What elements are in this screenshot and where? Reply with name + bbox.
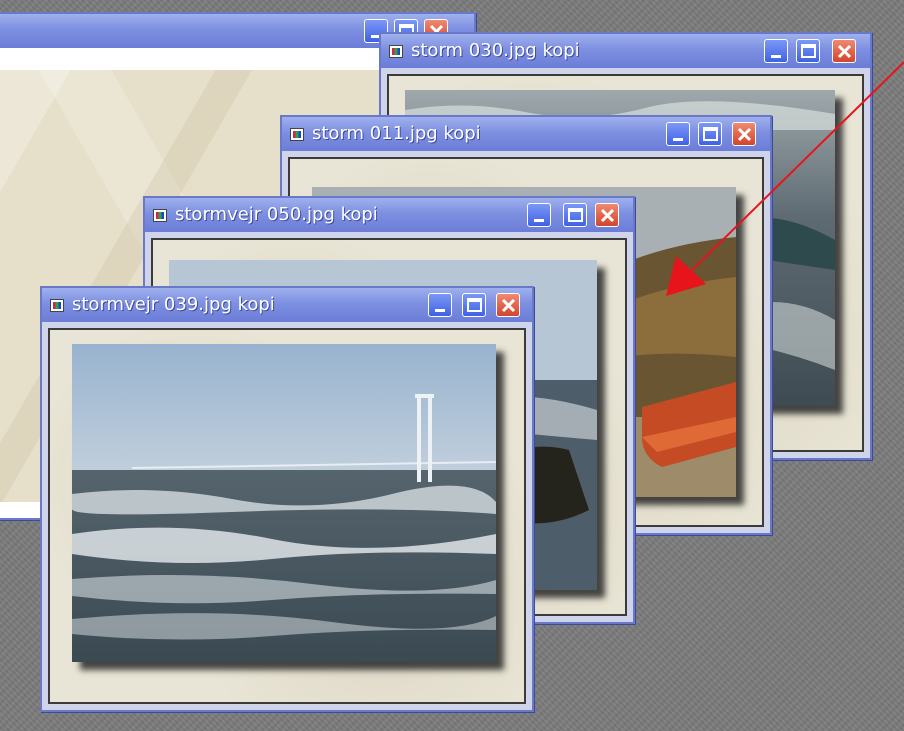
- annotation-arrow: [666, 61, 904, 296]
